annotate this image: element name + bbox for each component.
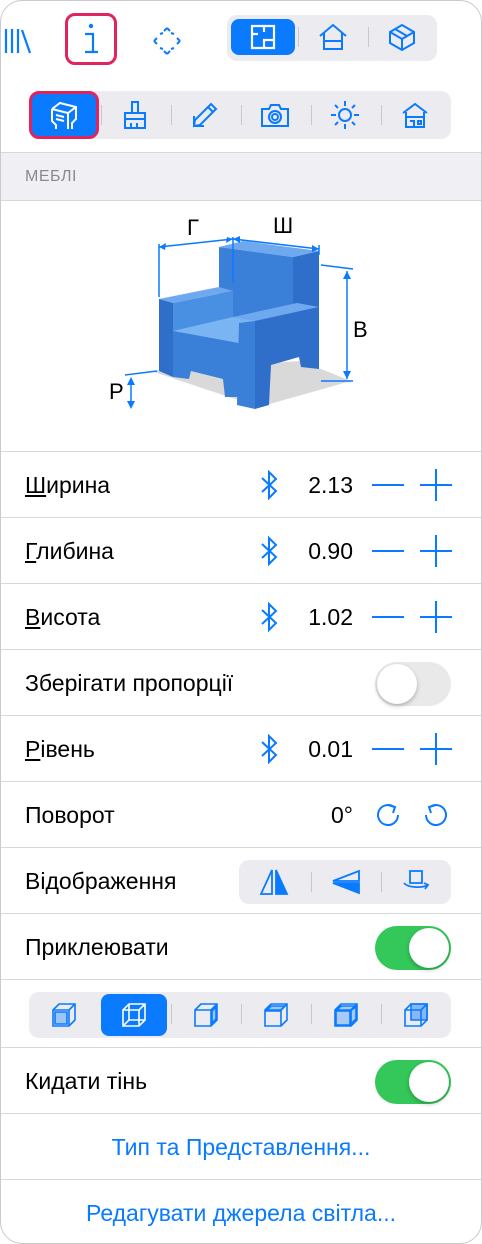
cast-shadow-toggle[interactable]	[375, 1060, 451, 1104]
paint-brush-icon[interactable]	[103, 93, 167, 137]
rotation-row: Поворот 0°	[1, 781, 481, 848]
building-icon[interactable]	[383, 93, 447, 137]
bluetooth-icon[interactable]	[255, 732, 283, 766]
type-and-view-row: Тип та Представлення...	[1, 1113, 481, 1180]
section-title: МЕБЛІ	[25, 168, 77, 185]
snap-toggle[interactable]	[375, 926, 451, 970]
decrement-icon[interactable]	[371, 602, 405, 632]
depth-label: Глибина	[25, 538, 114, 564]
cube-back-icon[interactable]	[383, 994, 449, 1036]
bluetooth-icon[interactable]	[255, 534, 283, 568]
increment-icon[interactable]	[419, 733, 453, 765]
depth-value[interactable]: 0.90	[291, 538, 353, 565]
armchair-illustration	[124, 236, 354, 409]
depth-row: Глибина 0.90	[1, 517, 481, 584]
library-icon[interactable]	[1, 21, 35, 61]
depth-dimension-label: Г	[187, 215, 199, 240]
rotation-value[interactable]: 0°	[291, 802, 353, 829]
view-mode-segment	[227, 15, 437, 61]
edit-lights-link[interactable]: Редагувати джерела світла...	[1, 1200, 481, 1227]
snap-mode-segment	[29, 992, 451, 1038]
height-dimension-label: В	[353, 317, 368, 342]
cube-top-icon[interactable]	[313, 994, 379, 1036]
width-label: Ширина	[25, 472, 111, 498]
decrement-icon[interactable]	[371, 470, 405, 500]
increment-icon[interactable]	[419, 601, 453, 633]
keep-proportions-toggle[interactable]	[375, 662, 451, 706]
cube-right-icon[interactable]	[173, 994, 239, 1036]
rotate-clockwise-icon[interactable]	[371, 798, 405, 832]
width-dimension-label: Ш	[273, 213, 294, 238]
furniture-diagram: Г Ш В Р	[1, 199, 481, 451]
camera-icon[interactable]	[243, 93, 307, 137]
flip-3d-icon[interactable]	[383, 862, 449, 902]
level-value[interactable]: 0.01	[291, 736, 353, 763]
decrement-icon[interactable]	[371, 536, 405, 566]
mirror-row: Відображення	[1, 847, 481, 914]
light-icon[interactable]	[313, 93, 377, 137]
snap-mode-row	[1, 979, 481, 1046]
width-row: Ширина 2.13	[1, 451, 481, 518]
cube-selected-icon[interactable]	[101, 994, 167, 1036]
pencil-icon[interactable]	[173, 93, 237, 137]
info-icon[interactable]	[65, 13, 117, 65]
height-value[interactable]: 1.02	[291, 604, 353, 631]
snap-label: Приклеювати	[25, 934, 169, 960]
tool-segment	[29, 91, 451, 139]
rotation-label: Поворот	[25, 802, 115, 828]
type-and-view-link[interactable]: Тип та Представлення...	[1, 1134, 481, 1161]
keep-proportions-label: Зберігати пропорції	[25, 670, 234, 696]
bluetooth-icon[interactable]	[255, 600, 283, 634]
snap-row: Приклеювати	[1, 913, 481, 980]
floorplan-view-icon[interactable]	[231, 19, 295, 55]
bluetooth-icon[interactable]	[255, 468, 283, 502]
cube-front-icon[interactable]	[31, 994, 97, 1036]
focus-icon[interactable]	[147, 21, 187, 61]
cast-shadow-label: Кидати тінь	[25, 1068, 148, 1094]
level-row: Рівень 0.01	[1, 715, 481, 782]
height-row: Висота 1.02	[1, 583, 481, 650]
section-header: МЕБЛІ	[1, 152, 481, 201]
cast-shadow-row: Кидати тінь	[1, 1047, 481, 1114]
height-label: Висота	[25, 604, 101, 630]
keep-proportions-row: Зберігати пропорції	[1, 649, 481, 716]
mirror-segment	[239, 860, 451, 904]
width-value[interactable]: 2.13	[291, 472, 353, 499]
increment-icon[interactable]	[419, 469, 453, 501]
house-view-icon[interactable]	[301, 19, 365, 55]
edit-lights-row: Редагувати джерела світла...	[1, 1179, 481, 1243]
level-label: Рівень	[25, 736, 95, 762]
inspector-panel: МЕБЛІ Г Ш В Р Ширина 2.13 Глибина 0.90 В…	[0, 0, 482, 1244]
mirror-label: Відображення	[25, 868, 177, 894]
level-dimension-label: Р	[109, 379, 124, 404]
decrement-icon[interactable]	[371, 734, 405, 764]
mirror-vertical-icon[interactable]	[313, 862, 379, 902]
furniture-icon[interactable]	[29, 91, 99, 139]
cube-left-icon[interactable]	[243, 994, 309, 1036]
top-toolbar	[1, 1, 481, 81]
3d-box-view-icon[interactable]	[371, 19, 433, 55]
increment-icon[interactable]	[419, 535, 453, 567]
rotate-counterclockwise-icon[interactable]	[419, 798, 453, 832]
mirror-horizontal-icon[interactable]	[241, 862, 307, 902]
